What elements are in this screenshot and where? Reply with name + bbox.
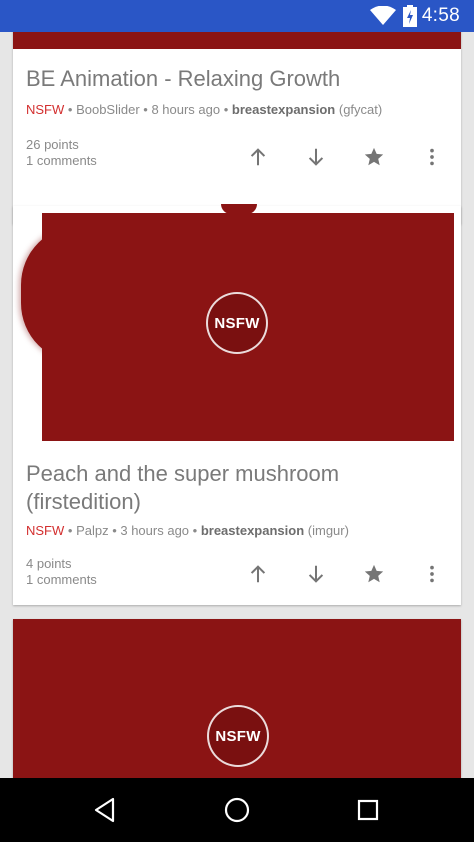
post-author-time: • BoobSlider • 8 hours ago • (67, 102, 229, 117)
post-feed[interactable]: BE Animation - Relaxing Growth NSFW • Bo… (0, 32, 474, 778)
nsfw-badge: NSFW (206, 292, 268, 354)
post-title[interactable]: BE Animation - Relaxing Growth (26, 65, 446, 93)
nsfw-label: NSFW (26, 102, 65, 117)
post-meta: NSFW • Palpz • 3 hours ago • breastexpan… (26, 523, 349, 538)
more-vert-icon (430, 565, 434, 583)
post-card[interactable]: BE Animation - Relaxing Growth NSFW • Bo… (13, 32, 461, 224)
more-options-button[interactable] (417, 142, 447, 172)
arrow-down-icon (308, 565, 324, 583)
upvote-button[interactable] (243, 559, 273, 589)
subreddit-link[interactable]: breastexpansion (232, 102, 335, 117)
star-icon (364, 564, 384, 583)
post-card[interactable]: NSFW (13, 619, 461, 778)
home-button[interactable] (221, 794, 253, 826)
post-author-time: • Palpz • 3 hours ago • (67, 523, 198, 538)
downvote-button[interactable] (301, 559, 331, 589)
downvote-button[interactable] (301, 142, 331, 172)
more-vert-icon (430, 148, 434, 166)
status-time: 4:58 (421, 5, 460, 26)
wifi-icon (370, 6, 396, 25)
subreddit-link[interactable]: breastexpansion (201, 523, 304, 538)
post-domain: (imgur) (307, 523, 349, 538)
arrow-up-icon (250, 565, 266, 583)
recent-apps-button[interactable] (352, 794, 384, 826)
post-meta: NSFW • BoobSlider • 8 hours ago • breast… (26, 102, 382, 117)
recent-square-icon (357, 799, 379, 821)
battery-icon (403, 5, 417, 27)
arrow-up-icon (250, 148, 266, 166)
save-button[interactable] (359, 142, 389, 172)
nsfw-label: NSFW (26, 523, 65, 538)
post-title[interactable]: Peach and the super mushroom (firstediti… (26, 460, 446, 516)
arrow-down-icon (308, 148, 324, 166)
post-actions (13, 559, 461, 589)
post-thumbnail[interactable]: NSFW (42, 213, 454, 441)
star-icon (364, 147, 384, 166)
back-triangle-icon (94, 797, 115, 823)
post-domain: (gfycat) (338, 102, 383, 117)
more-options-button[interactable] (417, 559, 447, 589)
upvote-button[interactable] (243, 142, 273, 172)
home-circle-icon (224, 797, 250, 823)
navigation-bar (0, 778, 474, 842)
post-thumbnail[interactable]: NSFW (13, 619, 461, 778)
post-thumbnail[interactable] (13, 32, 461, 49)
post-card[interactable]: NSFW Peach and the super mushroom (first… (13, 204, 461, 605)
back-button[interactable] (89, 794, 121, 826)
post-actions (13, 142, 461, 172)
save-button[interactable] (359, 559, 389, 589)
status-bar: 4:58 (0, 0, 474, 32)
nsfw-badge: NSFW (207, 705, 269, 767)
